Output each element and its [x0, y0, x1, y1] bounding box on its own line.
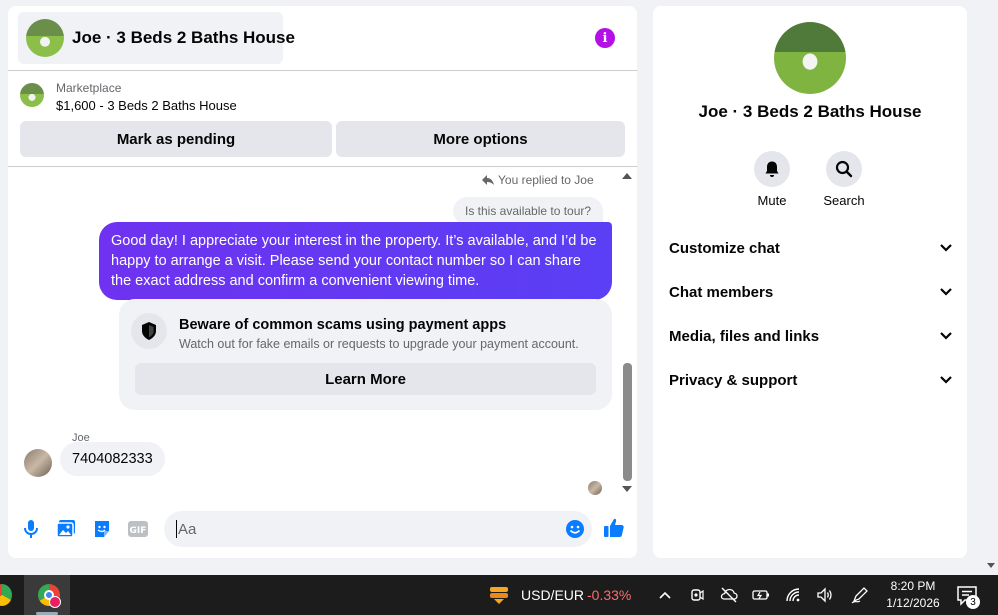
microphone-icon[interactable] — [20, 518, 42, 540]
search-button[interactable] — [826, 151, 862, 187]
replied-label: You replied to Joe — [498, 173, 594, 187]
svg-text:GIF: GIF — [130, 526, 147, 536]
scam-warning-card: Beware of common scams using payment app… — [119, 299, 612, 410]
more-options-button[interactable]: More options — [336, 121, 625, 157]
mark-as-pending-button[interactable]: Mark as pending — [20, 121, 332, 157]
message-input-placeholder: Aa — [178, 520, 197, 538]
shield-icon-wrapper — [131, 313, 167, 349]
scroll-up-arrow-icon[interactable] — [622, 173, 632, 179]
bell-icon — [765, 161, 779, 177]
quoted-message[interactable]: Is this available to tour? — [453, 197, 604, 225]
marketplace-label: Marketplace — [56, 81, 122, 95]
chat-panel: Joe · 3 Beds 2 Baths House i Marketplace… — [8, 6, 637, 558]
cloud-off-icon[interactable] — [719, 585, 739, 605]
text-caret — [176, 520, 177, 538]
conversation-info-panel: Joe · 3 Beds 2 Baths House Mute Search C… — [653, 6, 967, 558]
profile-badge-icon — [49, 596, 61, 608]
replied-indicator: You replied to Joe — [482, 173, 594, 187]
emoji-icon[interactable] — [564, 518, 586, 540]
meet-now-icon[interactable] — [687, 585, 707, 605]
stock-pair[interactable]: USD/EUR — [521, 587, 584, 603]
search-action[interactable]: Search — [814, 151, 874, 208]
notification-count-badge: 3 — [966, 595, 980, 609]
chevron-down-icon — [940, 244, 952, 252]
received-message-bubble[interactable]: 7404082333 — [60, 442, 165, 476]
image-icon[interactable] — [55, 518, 77, 540]
section-label: Chat members — [669, 283, 774, 301]
mute-action[interactable]: Mute — [742, 151, 802, 208]
pen-icon[interactable] — [850, 585, 870, 605]
search-icon — [835, 160, 853, 178]
divider — [8, 70, 637, 71]
taskbar: USD/EUR -0.33% 8:20 PM 1/12/2026 3 — [0, 575, 998, 615]
shield-icon — [142, 322, 156, 340]
chevron-up-icon[interactable] — [655, 585, 675, 605]
volume-icon[interactable] — [815, 585, 835, 605]
mute-label: Mute — [757, 193, 787, 208]
thumbs-up-icon[interactable] — [603, 517, 625, 539]
seen-indicator-avatar — [588, 481, 602, 495]
sender-avatar[interactable] — [24, 449, 52, 477]
scrollbar-thumb[interactable] — [623, 363, 632, 481]
clock-time: 8:20 PM — [890, 579, 936, 593]
system-clock[interactable]: 8:20 PM 1/12/2026 — [880, 578, 946, 612]
chevron-down-icon — [940, 288, 952, 296]
conversation-avatar — [26, 19, 64, 57]
page-scroll-down-arrow-icon[interactable] — [987, 563, 995, 568]
wifi-icon[interactable] — [784, 585, 804, 605]
search-label: Search — [823, 193, 865, 208]
section-label: Privacy & support — [669, 371, 798, 389]
listing-title[interactable]: $1,600 - 3 Beds 2 Baths House — [56, 98, 237, 113]
section-label: Customize chat — [669, 239, 780, 257]
profile-picture[interactable] — [774, 22, 846, 94]
section-label: Media, files and links — [669, 327, 820, 345]
chevron-down-icon — [940, 376, 952, 384]
scam-warning-title: Beware of common scams using payment app… — [179, 317, 507, 333]
message-input[interactable]: Aa — [164, 511, 592, 547]
stock-change[interactable]: -0.33% — [587, 587, 631, 603]
clock-date: 1/12/2026 — [886, 596, 940, 610]
chat-title: Joe · 3 Beds 2 Baths House — [72, 28, 295, 47]
chat-header-button[interactable]: Joe · 3 Beds 2 Baths House — [18, 12, 295, 64]
listing-thumbnail[interactable] — [20, 83, 44, 107]
learn-more-button[interactable]: Learn More — [135, 363, 596, 395]
chevron-down-icon — [940, 332, 952, 340]
stock-widget-icon[interactable] — [488, 584, 510, 606]
section-customize-chat[interactable]: Customize chat — [669, 226, 953, 270]
info-icon[interactable]: i — [595, 28, 615, 48]
sticker-icon[interactable] — [91, 518, 113, 540]
scam-warning-description: Watch out for fake emails or requests to… — [179, 337, 579, 351]
battery-icon[interactable] — [751, 585, 771, 605]
section-media-files-links[interactable]: Media, files and links — [669, 314, 953, 358]
section-privacy-support[interactable]: Privacy & support — [669, 358, 953, 402]
divider — [8, 166, 637, 167]
sent-message-bubble[interactable]: Good day! I appreciate your interest in … — [99, 222, 612, 300]
mute-button[interactable] — [754, 151, 790, 187]
section-chat-members[interactable]: Chat members — [669, 270, 953, 314]
profile-name: Joe · 3 Beds 2 Baths House — [698, 102, 922, 121]
scroll-down-arrow-icon[interactable] — [622, 486, 632, 492]
taskbar-app-icon[interactable] — [0, 584, 12, 606]
gif-icon[interactable]: GIF — [127, 518, 149, 540]
reply-arrow-icon — [482, 175, 494, 185]
